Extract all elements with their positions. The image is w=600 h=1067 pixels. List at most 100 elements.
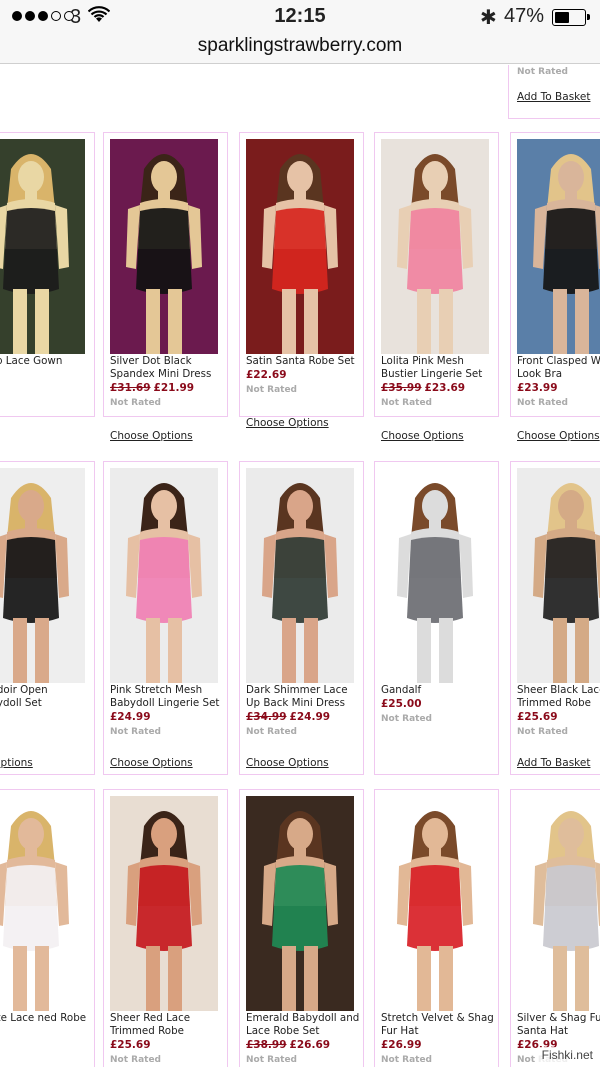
rating-label: Not Rated (110, 727, 162, 737)
choose-options-link[interactable]: se Options (0, 757, 33, 769)
product-name-link[interactable]: Gandalf (381, 684, 499, 697)
product-card[interactable]: Pink Stretch Mesh Babydoll Lingerie Set £… (103, 461, 228, 775)
product-name-link[interactable]: Lolita Pink Mesh Bustier Lingerie Set (381, 355, 499, 381)
product-price: £34.99 £24.99 (246, 711, 330, 723)
address-bar[interactable]: sparklingstrawberry.com (0, 34, 600, 64)
product-price: £25.00 (381, 698, 422, 710)
product-name-link[interactable]: Sheer Red Lace Trimmed Robe (110, 1012, 228, 1038)
sale-price: £25.69 (517, 711, 558, 723)
product-card-partial: Not Rated Add To Basket (508, 65, 600, 119)
sale-price: £23.99 (517, 382, 558, 394)
sale-price: £25.00 (381, 698, 422, 710)
product-card[interactable]: Sheer Red Lace Trimmed Robe £25.69 Not Rat… (103, 789, 228, 1067)
url-text[interactable]: sparklingstrawberry.com (0, 35, 600, 57)
sale-price: £26.69 (289, 1039, 331, 1051)
add-to-basket-link[interactable]: Add To Basket (517, 91, 590, 103)
product-image[interactable] (110, 796, 218, 1011)
rating-label: Not Rated (110, 398, 162, 408)
sale-price: £23.69 (424, 382, 466, 394)
product-card[interactable]: Dark Shimmer Lace Up Back Mini Dress £34.… (239, 461, 364, 775)
product-price: £26.99 (381, 1039, 422, 1051)
product-image[interactable] (0, 796, 85, 1011)
product-image[interactable] (0, 468, 85, 683)
product-image[interactable] (246, 796, 354, 1011)
product-price: £25.69 (110, 1039, 151, 1051)
product-card[interactable]: Front Clasped Web Look Bra£23.99 Not Rate… (510, 132, 600, 442)
product-image[interactable] (381, 139, 489, 354)
product-name-link[interactable]: Dark Shimmer Lace Up Back Mini Dress (246, 684, 364, 710)
product-name-link[interactable]: Silver Dot Black Spandex Mini Dress (110, 355, 228, 381)
product-image[interactable] (110, 139, 218, 354)
product-image[interactable] (381, 468, 489, 683)
product-image[interactable] (517, 468, 600, 683)
sale-price: £22.69 (246, 369, 287, 381)
sale-price: £21.99 (153, 382, 195, 394)
rating-label: Not Rated (381, 714, 433, 724)
rating-label: Not Rated (517, 398, 569, 408)
product-name-link[interactable]: rweb Lace Gown (0, 355, 95, 368)
status-bar: 3 12:15 ✱ 47% (0, 0, 600, 34)
product-price: £22.69 (246, 369, 287, 381)
choose-options-link[interactable]: Choose Options (110, 757, 193, 769)
product-name-link[interactable]: Emerald Babydoll and Lace Robe Set (246, 1012, 364, 1038)
product-name-link[interactable]: Front Clasped Web Look Bra (517, 355, 600, 381)
rating-label: Not Rated (381, 1055, 433, 1065)
product-image[interactable] (381, 796, 489, 1011)
product-image[interactable] (110, 468, 218, 683)
product-name-link[interactable]: Boudoir Open Babydoll Set (0, 684, 95, 710)
product-image[interactable] (517, 139, 600, 354)
original-price: £38.99 (246, 1039, 287, 1051)
product-card[interactable]: Lolita Pink Mesh Bustier Lingerie Set £35… (374, 132, 499, 442)
product-name-link[interactable]: Silver & Shag Fur Santa Hat (517, 1012, 600, 1038)
product-image[interactable] (0, 139, 85, 354)
original-price: £34.99 (246, 711, 287, 723)
original-price: £31.69 (110, 382, 151, 394)
add-to-basket-link[interactable]: Add To Basket (517, 757, 590, 769)
product-price: £35.99 £23.69 (381, 382, 465, 394)
product-name-link[interactable]: Satin Santa Robe Set (246, 355, 364, 368)
product-price: £25.69 (517, 711, 558, 723)
product-card[interactable]: Silver Dot Black Spandex Mini Dress £31.6… (103, 132, 228, 442)
product-card[interactable]: White Lace ned Robe69ated (0, 789, 95, 1067)
sale-price: £25.69 (110, 1039, 151, 1051)
rating-label: Not Rated (246, 1055, 298, 1065)
product-image[interactable] (246, 139, 354, 354)
product-image[interactable] (517, 796, 600, 1011)
product-card[interactable]: Emerald Babydoll and Lace Robe Set £38.99… (239, 789, 364, 1067)
bluetooth-icon: ✱ (480, 7, 497, 29)
product-card[interactable]: Boudoir Open Babydoll Set99atedse Option… (0, 461, 95, 775)
battery-icon (552, 9, 590, 26)
product-card[interactable]: Stretch Velvet & Shag Fur Hat £26.99 Not R… (374, 789, 499, 1067)
product-grid: Not Rated Add To Basket rweb Lace Gown99… (0, 65, 600, 1067)
product-image[interactable] (246, 468, 354, 683)
choose-options-link[interactable]: Choose Options (246, 757, 329, 769)
product-name-link[interactable]: Sheer Black Lace Trimmed Robe (517, 684, 600, 710)
rating-label: Not Rated (246, 385, 298, 395)
choose-options-link[interactable]: Choose Options (246, 417, 329, 429)
product-card[interactable]: Silver & Shag Fur Santa Hat£26.99Not Rat… (510, 789, 600, 1067)
product-card[interactable]: rweb Lace Gown99ated (0, 132, 95, 417)
sale-price: £24.99 (289, 711, 331, 723)
rating-label: Not Rated (517, 727, 569, 737)
product-price: £24.99 (110, 711, 151, 723)
rating-label: Not Rated (517, 67, 569, 77)
rating-label: Not Rated (381, 398, 433, 408)
rating-label: Not Rated (110, 1055, 162, 1065)
watermark: Fishki.net (538, 1047, 596, 1063)
product-name-link[interactable]: White Lace ned Robe (0, 1012, 95, 1025)
rating-label: Not Rated (246, 727, 298, 737)
choose-options-link[interactable]: Choose Options (381, 430, 464, 442)
product-price: £31.69 £21.99 (110, 382, 194, 394)
sale-price: £26.99 (381, 1039, 422, 1051)
product-price: £23.99 (517, 382, 558, 394)
choose-options-link[interactable]: Choose Options (517, 430, 600, 442)
product-card[interactable]: Sheer Black Lace Trimmed Robe £25.69 Not R… (510, 461, 600, 775)
original-price: £35.99 (381, 382, 422, 394)
product-name-link[interactable]: Stretch Velvet & Shag Fur Hat (381, 1012, 499, 1038)
product-card[interactable]: Satin Santa Robe Set £22.69 Not Rated Choos… (239, 132, 364, 429)
battery-percentage: 47% (504, 5, 545, 27)
product-card[interactable]: Gandalf £25.00 Not Rated (374, 461, 499, 775)
product-name-link[interactable]: Pink Stretch Mesh Babydoll Lingerie Set (110, 684, 228, 710)
sale-price: £24.99 (110, 711, 151, 723)
choose-options-link[interactable]: Choose Options (110, 430, 193, 442)
